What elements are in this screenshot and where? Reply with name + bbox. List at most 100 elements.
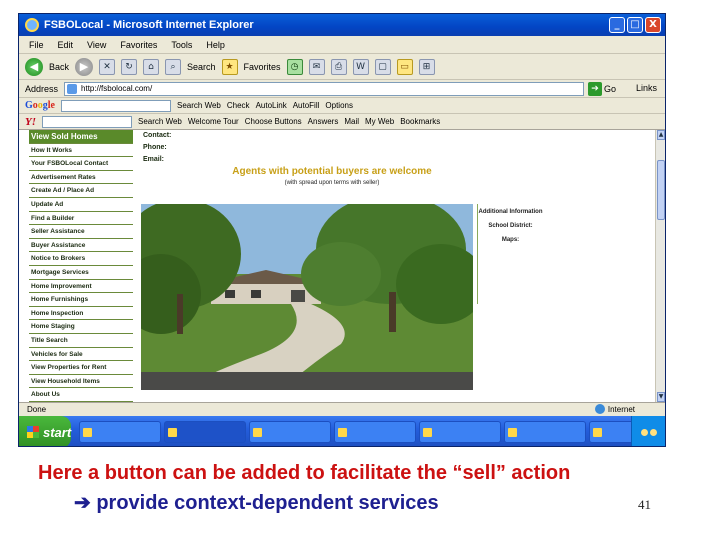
sidebar-item[interactable]: Seller Assistance xyxy=(29,225,133,239)
back-button[interactable]: Back xyxy=(49,62,69,72)
google-check-button[interactable]: Check xyxy=(227,101,250,110)
agents-welcome-banner: Agents with potential buyers are welcome xyxy=(232,166,432,177)
caption-line-2: ➔ provide context-dependent services xyxy=(74,492,439,514)
additional-info-panel: Additional Information School District: … xyxy=(477,204,543,304)
links-menu[interactable]: Links xyxy=(636,83,657,93)
sidebar-item[interactable]: How It Works xyxy=(29,144,133,158)
discuss-icon[interactable]: ▢ xyxy=(374,58,391,75)
window-icon xyxy=(253,427,263,437)
search-button[interactable]: Search xyxy=(187,62,216,72)
menu-file[interactable]: File xyxy=(29,40,44,50)
home-icon[interactable]: ⌂ xyxy=(143,58,160,75)
sidebar-item[interactable]: Create Ad / Place Ad xyxy=(29,184,133,198)
sidebar-item[interactable]: Notice to Brokers xyxy=(29,252,133,266)
stop-icon[interactable]: ✕ xyxy=(99,58,116,75)
sidebar-item[interactable]: View Household Items xyxy=(29,375,133,389)
sidebar-item[interactable]: Your FSBOLocal Contact xyxy=(29,157,133,171)
menu-tools[interactable]: Tools xyxy=(171,40,192,50)
favorites-button[interactable]: Favorites xyxy=(244,62,281,72)
sidebar-item[interactable]: Update Ad xyxy=(29,198,133,212)
folder-icon[interactable]: ▭ xyxy=(396,58,413,75)
taskbar-item[interactable] xyxy=(504,421,587,443)
mail-icon[interactable]: ✉ xyxy=(308,58,325,75)
menu-favorites[interactable]: Favorites xyxy=(120,40,157,50)
yahoo-choose-buttons-button[interactable]: Choose Buttons xyxy=(245,117,302,126)
yahoo-my-web-button[interactable]: My Web xyxy=(365,117,394,126)
sidebar-item[interactable]: Home Staging xyxy=(29,320,133,334)
google-options-button[interactable]: Options xyxy=(325,101,353,110)
internet-explorer-icon xyxy=(25,18,39,32)
taskbar-item[interactable] xyxy=(79,421,162,443)
search-icon[interactable]: ⌕ xyxy=(165,58,182,75)
tray-icon[interactable] xyxy=(640,428,648,436)
page-icon xyxy=(67,83,78,94)
vertical-scrollbar[interactable]: ▲ ▼ xyxy=(655,130,665,402)
sidebar-item[interactable]: Home Furnishings xyxy=(29,293,133,307)
security-zone: Internet xyxy=(594,404,635,414)
taskbar-item[interactable] xyxy=(419,421,502,443)
back-arrow-icon[interactable]: ◀ xyxy=(25,57,43,76)
sidebar-item[interactable]: View Sold Homes xyxy=(29,130,133,144)
scroll-down-icon[interactable]: ▼ xyxy=(657,392,665,402)
google-autolink-button[interactable]: AutoLink xyxy=(256,101,287,110)
sidebar-item[interactable]: Find a Builder xyxy=(29,212,133,226)
start-button[interactable]: start xyxy=(19,416,72,446)
address-value: http://fsbolocal.com/ xyxy=(81,83,153,93)
scroll-up-icon[interactable]: ▲ xyxy=(657,130,665,140)
google-toolbar: Google Search Web Check AutoLink AutoFil… xyxy=(19,98,665,114)
minimize-button[interactable]: _ xyxy=(609,17,625,33)
sidebar-item[interactable]: Advertisement Rates xyxy=(29,171,133,185)
forward-arrow-icon[interactable]: ▶ xyxy=(75,57,94,76)
google-search-web-button[interactable]: Search Web xyxy=(177,101,221,110)
fsbo-sidebar: View Sold Homes How It Works Your FSBOLoca… xyxy=(29,130,133,436)
close-button[interactable]: X xyxy=(645,17,661,33)
sidebar-item[interactable]: View Properties for Rent xyxy=(29,361,133,375)
favorites-star-icon[interactable]: ★ xyxy=(221,58,238,75)
yahoo-logo: Y! xyxy=(25,115,36,128)
slide: FSBOLocal - Microsoft Internet Explorer … xyxy=(0,0,720,540)
taskbar-item[interactable] xyxy=(249,421,332,443)
browser-screenshot: FSBOLocal - Microsoft Internet Explorer … xyxy=(18,13,666,447)
google-search-input[interactable] xyxy=(61,99,171,112)
yahoo-answers-button[interactable]: Answers xyxy=(308,117,339,126)
listing-content: Contact: Phone: Email: Agents with poten… xyxy=(137,130,655,402)
google-logo: Google xyxy=(25,100,55,111)
menu-help[interactable]: Help xyxy=(206,40,225,50)
taskbar-item[interactable] xyxy=(334,421,417,443)
info-title: Additional Information xyxy=(478,209,543,215)
sidebar-item[interactable]: Home Improvement xyxy=(29,280,133,294)
tray-icon[interactable] xyxy=(649,428,657,436)
sidebar-item[interactable]: Home Inspection xyxy=(29,307,133,321)
yahoo-welcome-tour-button[interactable]: Welcome Tour xyxy=(188,117,239,126)
yahoo-mail-button[interactable]: Mail xyxy=(344,117,359,126)
email-line: Email: xyxy=(143,156,165,163)
status-bar: Done Internet xyxy=(19,402,665,416)
sidebar-item[interactable]: Buyer Assistance xyxy=(29,239,133,253)
refresh-icon[interactable]: ↻ xyxy=(121,58,138,75)
system-tray xyxy=(631,416,665,446)
yahoo-search-web-button[interactable]: Search Web xyxy=(138,117,182,126)
zone-label: Internet xyxy=(607,404,635,414)
taskbar-item[interactable] xyxy=(164,421,247,443)
windows-taskbar: start xyxy=(19,416,665,446)
yahoo-bookmarks-button[interactable]: Bookmarks xyxy=(400,117,440,126)
maximize-button[interactable]: □ xyxy=(627,17,643,33)
sidebar-item[interactable]: Title Search xyxy=(29,334,133,348)
go-button[interactable]: ➔ Go xyxy=(588,81,617,96)
scroll-thumb[interactable] xyxy=(657,160,665,220)
google-autofill-button[interactable]: AutoFill xyxy=(293,101,320,110)
sidebar-item[interactable]: Mortgage Services xyxy=(29,266,133,280)
address-input[interactable]: http://fsbolocal.com/ xyxy=(64,81,585,96)
yahoo-search-input[interactable] xyxy=(42,115,132,128)
history-icon[interactable]: ◷ xyxy=(286,58,303,75)
maps-label: Maps: xyxy=(501,237,520,243)
go-label: Go xyxy=(604,83,617,94)
research-icon[interactable]: ⊞ xyxy=(418,58,435,75)
print-icon[interactable]: ⎙ xyxy=(330,58,347,75)
menu-view[interactable]: View xyxy=(87,40,106,50)
sidebar-item[interactable]: Vehicles for Sale xyxy=(29,348,133,362)
edit-icon[interactable]: W xyxy=(352,58,369,75)
sidebar-item[interactable]: About Us xyxy=(29,388,133,402)
window-titlebar[interactable]: FSBOLocal - Microsoft Internet Explorer … xyxy=(19,14,665,36)
menu-edit[interactable]: Edit xyxy=(58,40,74,50)
